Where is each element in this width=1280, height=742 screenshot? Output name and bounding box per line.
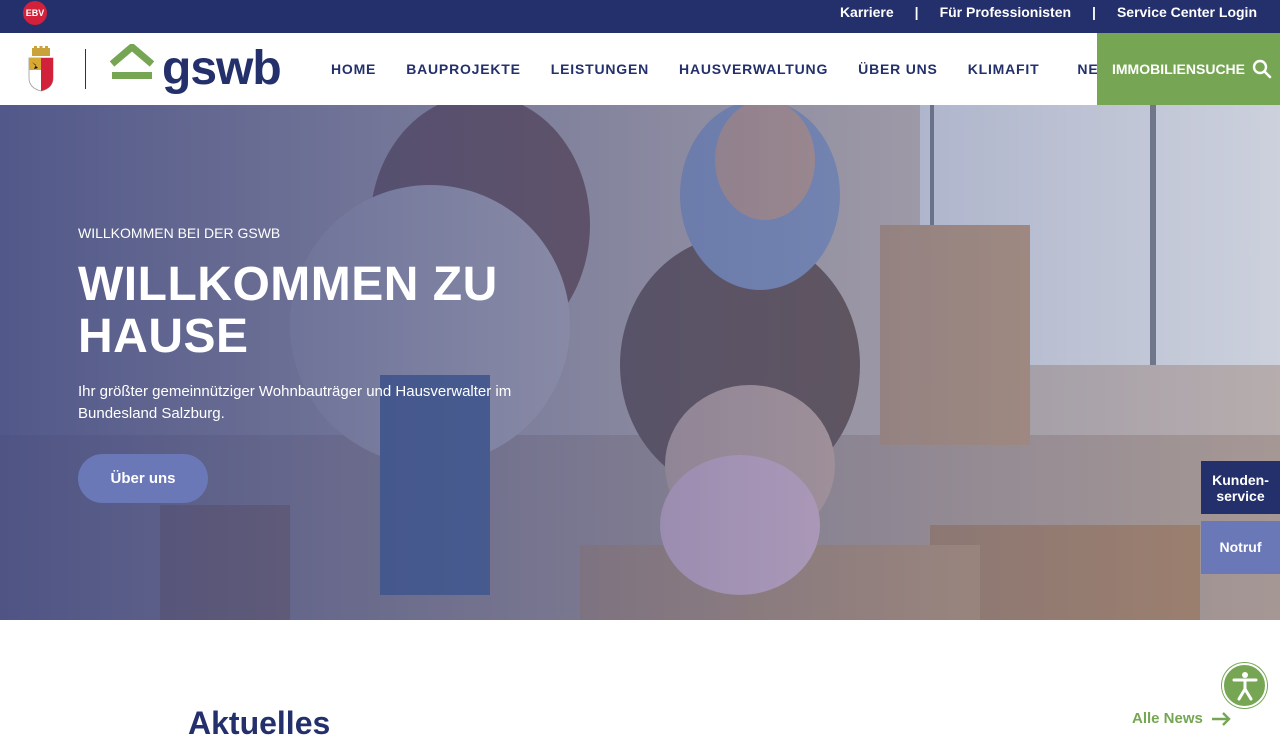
nav-home[interactable]: HOME bbox=[316, 61, 391, 77]
accessibility-button[interactable] bbox=[1222, 663, 1267, 708]
logo-wordmark: gswb bbox=[162, 42, 282, 95]
nav-leistungen[interactable]: LEISTUNGEN bbox=[536, 61, 664, 77]
nav-bauprojekte[interactable]: BAUPROJEKTE bbox=[391, 61, 536, 77]
separator: | bbox=[1092, 4, 1096, 20]
hero-lead: Ihr größter gemeinnütziger Wohnbauträger… bbox=[78, 383, 512, 422]
hero-headline: WILLKOMMEN ZU HAUSE bbox=[78, 258, 498, 363]
ueber-uns-button[interactable]: Über uns bbox=[78, 454, 208, 503]
kundenservice-button[interactable]: Kunden-service bbox=[1201, 461, 1280, 514]
separator: | bbox=[914, 4, 919, 20]
main-nav: HOME BAUPROJEKTE LEISTUNGEN HAUSVERWALTU… bbox=[316, 33, 1138, 105]
immobiliensuche-button[interactable]: IMMOBILIENSUCHE bbox=[1097, 33, 1280, 105]
link-karriere[interactable]: Karriere bbox=[840, 4, 894, 20]
notruf-button[interactable]: Notruf bbox=[1201, 521, 1280, 574]
link-professionisten[interactable]: Für Professionisten bbox=[940, 4, 1071, 20]
link-service-center-login[interactable]: Service Center Login bbox=[1117, 4, 1257, 20]
search-icon bbox=[1252, 59, 1272, 79]
salzburg-crest-icon[interactable] bbox=[27, 46, 55, 92]
gswb-logo[interactable]: gswb bbox=[110, 42, 282, 96]
nav-ueber-uns[interactable]: ÜBER UNS bbox=[843, 61, 953, 77]
immobiliensuche-label: IMMOBILIENSUCHE bbox=[1112, 61, 1245, 77]
nav-hausverwaltung[interactable]: HAUSVERWALTUNG bbox=[664, 61, 843, 77]
hero-banner: WILLKOMMEN BEI DER GSWB WILLKOMMEN ZU HA… bbox=[0, 105, 1280, 620]
main-header: gswb HOME BAUPROJEKTE LEISTUNGEN HAUSVER… bbox=[0, 33, 1280, 105]
news-section-title: Aktuelles bbox=[188, 705, 331, 741]
logo-divider bbox=[85, 49, 86, 89]
hero-eyebrow: WILLKOMMEN BEI DER GSWB bbox=[78, 225, 281, 241]
all-news-label: Alle News bbox=[1132, 710, 1203, 727]
all-news-link[interactable]: Alle News bbox=[1132, 710, 1231, 727]
house-logo-icon bbox=[110, 44, 154, 79]
ebv-logo[interactable]: EBV bbox=[23, 1, 47, 25]
top-bar: EBV Karriere | Für Professionisten | Ser… bbox=[0, 0, 1280, 33]
arrow-right-icon bbox=[1211, 711, 1231, 726]
top-links: Karriere | Für Professionisten | Service… bbox=[840, 0, 1257, 24]
nav-klimafit[interactable]: KLIMAFIT bbox=[953, 61, 1055, 77]
accessibility-icon bbox=[1232, 671, 1257, 700]
